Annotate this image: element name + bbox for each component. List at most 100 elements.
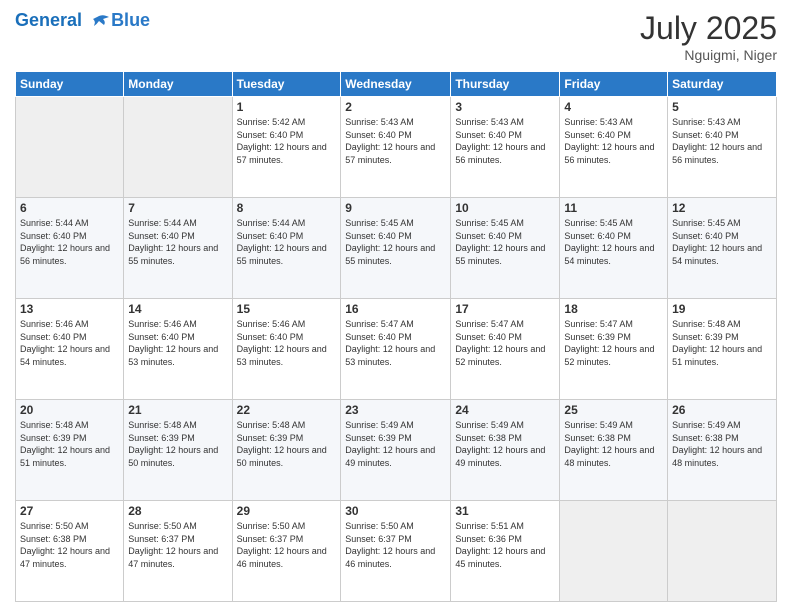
day-info: Sunrise: 5:49 AM Sunset: 6:38 PM Dayligh… xyxy=(455,419,555,469)
location: Nguigmi, Niger xyxy=(640,47,777,63)
day-info: Sunrise: 5:45 AM Sunset: 6:40 PM Dayligh… xyxy=(672,217,772,267)
day-number: 5 xyxy=(672,100,772,114)
day-info: Sunrise: 5:47 AM Sunset: 6:40 PM Dayligh… xyxy=(455,318,555,368)
calendar-cell: 17 Sunrise: 5:47 AM Sunset: 6:40 PM Dayli… xyxy=(451,299,560,400)
col-header-thursday: Thursday xyxy=(451,72,560,97)
logo-text: General Blue xyxy=(15,10,150,32)
day-number: 28 xyxy=(128,504,227,518)
calendar-cell: 8 Sunrise: 5:44 AM Sunset: 6:40 PM Daylig… xyxy=(232,198,341,299)
calendar-cell: 9 Sunrise: 5:45 AM Sunset: 6:40 PM Daylig… xyxy=(341,198,451,299)
day-number: 27 xyxy=(20,504,119,518)
calendar-cell: 15 Sunrise: 5:46 AM Sunset: 6:40 PM Dayli… xyxy=(232,299,341,400)
col-header-saturday: Saturday xyxy=(668,72,777,97)
day-info: Sunrise: 5:43 AM Sunset: 6:40 PM Dayligh… xyxy=(345,116,446,166)
day-info: Sunrise: 5:50 AM Sunset: 6:37 PM Dayligh… xyxy=(237,520,337,570)
day-number: 16 xyxy=(345,302,446,316)
day-info: Sunrise: 5:50 AM Sunset: 6:37 PM Dayligh… xyxy=(128,520,227,570)
calendar-cell: 13Sunrise: 5:46 AM Sunset: 6:40 PM Dayli… xyxy=(16,299,124,400)
day-number: 13 xyxy=(20,302,119,316)
day-info: Sunrise: 5:46 AM Sunset: 6:40 PM Dayligh… xyxy=(237,318,337,368)
day-info: Sunrise: 5:47 AM Sunset: 6:39 PM Dayligh… xyxy=(564,318,663,368)
day-info: Sunrise: 5:45 AM Sunset: 6:40 PM Dayligh… xyxy=(455,217,555,267)
logo-general: General xyxy=(15,10,82,30)
col-header-wednesday: Wednesday xyxy=(341,72,451,97)
calendar-cell: 7 Sunrise: 5:44 AM Sunset: 6:40 PM Daylig… xyxy=(124,198,232,299)
calendar-cell: 10Sunrise: 5:45 AM Sunset: 6:40 PM Dayli… xyxy=(451,198,560,299)
calendar-cell xyxy=(668,501,777,602)
day-info: Sunrise: 5:49 AM Sunset: 6:39 PM Dayligh… xyxy=(345,419,446,469)
calendar-cell: 21 Sunrise: 5:48 AM Sunset: 6:39 PM Dayli… xyxy=(124,400,232,501)
day-number: 30 xyxy=(345,504,446,518)
day-info: Sunrise: 5:44 AM Sunset: 6:40 PM Dayligh… xyxy=(20,217,119,267)
col-header-friday: Friday xyxy=(560,72,668,97)
calendar-cell: 20Sunrise: 5:48 AM Sunset: 6:39 PM Dayli… xyxy=(16,400,124,501)
calendar-header-row: SundayMondayTuesdayWednesdayThursdayFrid… xyxy=(16,72,777,97)
calendar-cell: 18 Sunrise: 5:47 AM Sunset: 6:39 PM Dayli… xyxy=(560,299,668,400)
day-info: Sunrise: 5:48 AM Sunset: 6:39 PM Dayligh… xyxy=(672,318,772,368)
day-number: 24 xyxy=(455,403,555,417)
page: General Blue July 2025 Nguigmi, Niger Su… xyxy=(0,0,792,612)
day-info: Sunrise: 5:47 AM Sunset: 6:40 PM Dayligh… xyxy=(345,318,446,368)
day-info: Sunrise: 5:44 AM Sunset: 6:40 PM Dayligh… xyxy=(128,217,227,267)
title-block: July 2025 Nguigmi, Niger xyxy=(640,10,777,63)
day-number: 23 xyxy=(345,403,446,417)
logo-blue: Blue xyxy=(111,10,150,32)
calendar-cell: 14Sunrise: 5:46 AM Sunset: 6:40 PM Dayli… xyxy=(124,299,232,400)
day-number: 9 xyxy=(345,201,446,215)
month-year: July 2025 xyxy=(640,10,777,47)
calendar-cell: 19 Sunrise: 5:48 AM Sunset: 6:39 PM Dayli… xyxy=(668,299,777,400)
calendar-cell: 24 Sunrise: 5:49 AM Sunset: 6:38 PM Dayli… xyxy=(451,400,560,501)
day-number: 7 xyxy=(128,201,227,215)
day-number: 11 xyxy=(564,201,663,215)
day-number: 15 xyxy=(237,302,337,316)
header: General Blue July 2025 Nguigmi, Niger xyxy=(15,10,777,63)
day-number: 22 xyxy=(237,403,337,417)
day-number: 17 xyxy=(455,302,555,316)
day-number: 25 xyxy=(564,403,663,417)
calendar-week-row: 27 Sunrise: 5:50 AM Sunset: 6:38 PM Dayli… xyxy=(16,501,777,602)
day-number: 12 xyxy=(672,201,772,215)
calendar-cell: 3 Sunrise: 5:43 AM Sunset: 6:40 PM Daylig… xyxy=(451,97,560,198)
day-info: Sunrise: 5:43 AM Sunset: 6:40 PM Dayligh… xyxy=(455,116,555,166)
day-number: 4 xyxy=(564,100,663,114)
day-info: Sunrise: 5:49 AM Sunset: 6:38 PM Dayligh… xyxy=(564,419,663,469)
day-info: Sunrise: 5:51 AM Sunset: 6:36 PM Dayligh… xyxy=(455,520,555,570)
day-number: 20 xyxy=(20,403,119,417)
calendar-cell: 11Sunrise: 5:45 AM Sunset: 6:40 PM Dayli… xyxy=(560,198,668,299)
day-number: 21 xyxy=(128,403,227,417)
day-info: Sunrise: 5:48 AM Sunset: 6:39 PM Dayligh… xyxy=(237,419,337,469)
calendar-cell: 31 Sunrise: 5:51 AM Sunset: 6:36 PM Dayli… xyxy=(451,501,560,602)
calendar-cell: 12 Sunrise: 5:45 AM Sunset: 6:40 PM Dayli… xyxy=(668,198,777,299)
logo-bird-icon xyxy=(89,14,109,28)
day-info: Sunrise: 5:45 AM Sunset: 6:40 PM Dayligh… xyxy=(345,217,446,267)
day-info: Sunrise: 5:44 AM Sunset: 6:40 PM Dayligh… xyxy=(237,217,337,267)
calendar-cell: 1Sunrise: 5:42 AM Sunset: 6:40 PM Daylig… xyxy=(232,97,341,198)
day-number: 6 xyxy=(20,201,119,215)
day-info: Sunrise: 5:50 AM Sunset: 6:38 PM Dayligh… xyxy=(20,520,119,570)
day-info: Sunrise: 5:48 AM Sunset: 6:39 PM Dayligh… xyxy=(128,419,227,469)
calendar-cell: 27 Sunrise: 5:50 AM Sunset: 6:38 PM Dayli… xyxy=(16,501,124,602)
day-number: 8 xyxy=(237,201,337,215)
calendar: SundayMondayTuesdayWednesdayThursdayFrid… xyxy=(15,71,777,602)
col-header-tuesday: Tuesday xyxy=(232,72,341,97)
day-number: 3 xyxy=(455,100,555,114)
calendar-body: 1Sunrise: 5:42 AM Sunset: 6:40 PM Daylig… xyxy=(16,97,777,602)
calendar-cell: 6 Sunrise: 5:44 AM Sunset: 6:40 PM Daylig… xyxy=(16,198,124,299)
calendar-cell xyxy=(124,97,232,198)
calendar-cell: 25 Sunrise: 5:49 AM Sunset: 6:38 PM Dayli… xyxy=(560,400,668,501)
calendar-cell: 29Sunrise: 5:50 AM Sunset: 6:37 PM Dayli… xyxy=(232,501,341,602)
day-info: Sunrise: 5:43 AM Sunset: 6:40 PM Dayligh… xyxy=(564,116,663,166)
day-info: Sunrise: 5:43 AM Sunset: 6:40 PM Dayligh… xyxy=(672,116,772,166)
day-number: 19 xyxy=(672,302,772,316)
day-number: 31 xyxy=(455,504,555,518)
calendar-week-row: 20 Sunrise: 5:48 AM Sunset: 6:39 PM Dayli… xyxy=(16,400,777,501)
calendar-cell: 4 Sunrise: 5:43 AM Sunset: 6:40 PM Daylig… xyxy=(560,97,668,198)
col-header-sunday: Sunday xyxy=(16,72,124,97)
calendar-week-row: 13 Sunrise: 5:46 AM Sunset: 6:40 PM Dayli… xyxy=(16,299,777,400)
day-number: 14 xyxy=(128,302,227,316)
calendar-cell xyxy=(16,97,124,198)
col-header-monday: Monday xyxy=(124,72,232,97)
day-number: 18 xyxy=(564,302,663,316)
calendar-cell: 5 Sunrise: 5:43 AM Sunset: 6:40 PM Daylig… xyxy=(668,97,777,198)
day-info: Sunrise: 5:42 AM Sunset: 6:40 PM Dayligh… xyxy=(237,116,337,166)
